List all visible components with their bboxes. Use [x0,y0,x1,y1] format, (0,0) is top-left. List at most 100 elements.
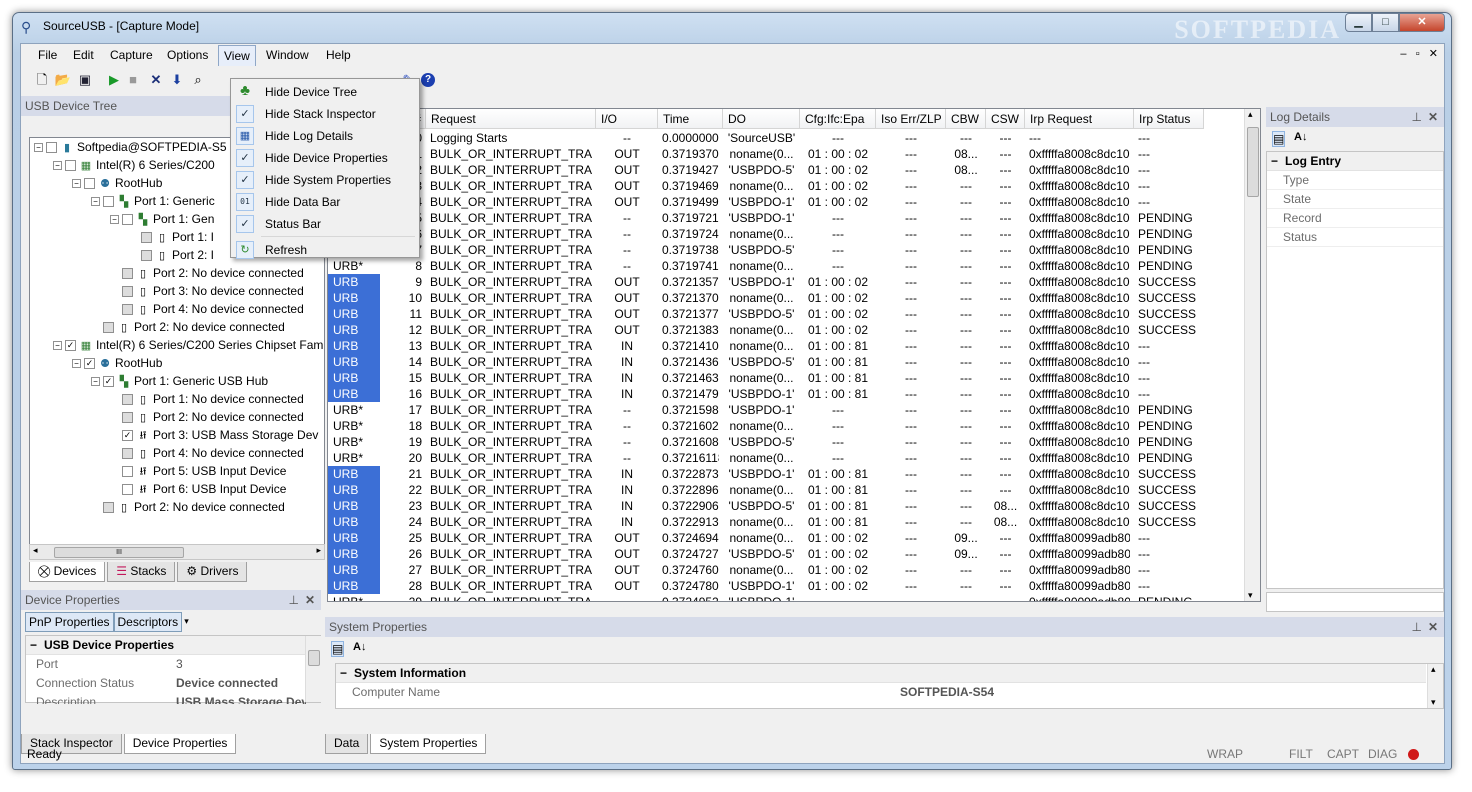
table-row[interactable]: URB 22 BULK_OR_INTERRUPT_TRA... IN 0.3722896… [328,482,1260,498]
delete-icon[interactable]: ✕ [147,71,165,89]
download-icon[interactable]: ⬇ [168,71,186,89]
pin-icon[interactable]: ⊥ [289,590,299,610]
play-icon[interactable]: ▶ [105,71,123,89]
table-row[interactable]: URB* 29 BULK_OR_INTERRUPT_TRA... -- 0.372495… [328,594,1260,601]
close-icon[interactable]: ✕ [305,590,315,610]
table-row[interactable]: URB 23 BULK_OR_INTERRUPT_TRA... IN 0.3722906… [328,498,1260,514]
property-row[interactable]: Computer Name SOFTPEDIA-S54 [336,683,1426,702]
tree-node[interactable]: − ▮ Softpedia@SOFTPEDIA-S5 [34,138,227,156]
scroll-right-icon[interactable]: ▸ [316,545,321,556]
tree-node[interactable]: − ✓ ⚉ RootHub [72,354,162,372]
help-icon[interactable]: ? [421,73,435,87]
view-menu-item[interactable]: ▦ Hide Log Details [233,125,417,147]
view-menu-item[interactable]: ✓ Hide Stack Inspector [233,103,417,125]
dropdown-arrow-icon[interactable]: ▾ [182,612,191,632]
tree-node[interactable]: − ⚉ RootHub [72,174,162,192]
property-row[interactable]: Description USB Mass Storage Dev [26,693,306,704]
tree-node[interactable]: ▯ Port 2: No device connected [122,408,304,426]
tree-node[interactable]: ▯ Port 2: No device connected [103,318,285,336]
menu-file[interactable]: File [38,48,57,62]
log-grid[interactable]: #RequestI/OTimeDOCfg:Ifc:EpaIso Err/ZLPC… [327,108,1261,602]
tree-node[interactable]: − ▚ Port 1: Gen [110,210,214,228]
tree-node[interactable]: ⭿ Port 6: USB Input Device [122,480,286,498]
tree-node[interactable]: ▯ Port 2: No device connected [103,498,285,516]
property-row[interactable]: State [1267,190,1443,209]
column-header[interactable]: CBW [946,109,986,129]
table-row[interactable]: URB* 17 BULK_OR_INTERRUPT_TRA... -- 0.372159… [328,402,1260,418]
menu-window[interactable]: Window [266,48,309,62]
log-scrollbar[interactable]: ▴ ▾ [1244,109,1260,601]
tab-devices[interactable]: ⛒ Devices [29,562,106,582]
table-row[interactable]: 5BULK_OR_INTERRUPT_TRA...--0.37197214'US… [328,210,1260,226]
open-icon[interactable]: 📂 [54,71,72,89]
table-row[interactable]: URB* 18 BULK_OR_INTERRUPT_TRA... -- 0.372160… [328,418,1260,434]
mdi-close-button[interactable]: ✕ [1429,48,1438,60]
table-row[interactable]: URB* 8 BULK_OR_INTERRUPT_TRA... -- 0.3719741… [328,258,1260,274]
menu-help[interactable]: Help [326,48,351,62]
view-menu-item[interactable]: ✓ Status Bar [233,213,417,235]
menu-capture[interactable]: Capture [110,48,153,62]
table-row[interactable]: URB 16 BULK_OR_INTERRUPT_TRA... IN 0.3721479… [328,386,1260,402]
tree-node[interactable]: ▯ Port 3: No device connected [122,282,304,300]
table-row[interactable]: 4BULK_OR_INTERRUPT_TRA...OUT0.37194997'U… [328,194,1260,210]
table-row[interactable]: URB 27 BULK_OR_INTERRUPT_TRA... OUT 0.372476… [328,562,1260,578]
tree-node[interactable]: ▯ Port 1: I [141,228,214,246]
property-row[interactable]: Type [1267,171,1443,190]
column-header[interactable]: Time [658,109,723,129]
new-icon[interactable]: 🗋 [33,71,51,89]
table-row[interactable]: URB 9 BULK_OR_INTERRUPT_TRA... OUT 0.3721357… [328,274,1260,290]
sort-alpha-icon[interactable]: A↓ [1294,131,1307,143]
mdi-minimize-button[interactable]: – [1400,48,1406,60]
view-menu-item[interactable]: ✓ Hide Device Properties [233,147,417,169]
table-row[interactable]: URB 26 BULK_OR_INTERRUPT_TRA... OUT 0.372472… [328,546,1260,562]
property-row[interactable]: Port 3 [26,655,306,674]
tree-node[interactable]: ▯ Port 1: No device connected [122,390,304,408]
find-icon[interactable]: ⌕ [189,71,207,89]
device-props-scrollbar[interactable] [305,636,321,702]
close-icon[interactable]: ✕ [1428,107,1438,127]
stop-icon[interactable]: ■ [124,71,142,89]
tree-horizontal-scrollbar[interactable]: ◂ III ▸ [29,544,325,560]
property-row[interactable]: Record [1267,209,1443,228]
scroll-left-icon[interactable]: ◂ [33,545,38,556]
table-row[interactable]: URB 12 BULK_OR_INTERRUPT_TRA... OUT 0.372138… [328,322,1260,338]
menu-view[interactable]: View [218,45,256,66]
column-header[interactable]: CSW [986,109,1025,129]
table-row[interactable]: 3BULK_OR_INTERRUPT_TRA...OUT0.37194699no… [328,178,1260,194]
table-row[interactable]: URB* 19 BULK_OR_INTERRUPT_TRA... -- 0.372160… [328,434,1260,450]
close-button[interactable]: ✕ [1399,13,1445,32]
table-row[interactable]: 6BULK_OR_INTERRUPT_TRA...--0.37197247non… [328,226,1260,242]
table-row[interactable]: 2BULK_OR_INTERRUPT_TRA...OUT0.37194270'U… [328,162,1260,178]
tree-node[interactable]: ▯ Port 2: No device connected [122,264,304,282]
scroll-thumb[interactable]: III [54,547,184,558]
minimize-button[interactable]: ▁ [1345,13,1372,32]
tree-node[interactable]: ✓ ⭿ Port 3: USB Mass Storage Dev [122,426,318,444]
view-menu-item[interactable]: ♣ Hide Device Tree [233,81,417,103]
tree-node[interactable]: ▯ Port 4: No device connected [122,300,304,318]
column-header[interactable]: DO [723,109,800,129]
table-row[interactable]: 1BULK_OR_INTERRUPT_TRA...OUT0.37193707no… [328,146,1260,162]
categorized-icon[interactable]: ▤ [1272,131,1286,147]
maximize-button[interactable]: □ [1372,13,1399,32]
property-category[interactable]: USB Device Properties [26,636,306,655]
tree-node[interactable]: − ▚ Port 1: Generic [91,192,215,210]
table-row[interactable]: 0Logging Starts--0.00000000'SourceUSB'--… [328,130,1260,146]
menu-options[interactable]: Options [167,48,208,62]
close-icon[interactable]: ✕ [1428,617,1438,637]
table-row[interactable]: URB 24 BULK_OR_INTERRUPT_TRA... IN 0.3722913… [328,514,1260,530]
tab-pnp-properties[interactable]: PnP Properties [25,612,114,632]
property-row[interactable]: Connection Status Device connected [26,674,306,693]
scroll-up-icon[interactable]: ▴ [1248,109,1253,120]
view-menu-item[interactable]: ✓ Hide System Properties [233,169,417,191]
tree-node[interactable]: ▯ Port 2: I [141,246,214,264]
view-menu-item[interactable]: 01 Hide Data Bar [233,191,417,213]
column-header[interactable]: Cfg:Ifc:Epa [800,109,876,129]
property-category[interactable]: Log Entry [1267,152,1443,171]
column-header[interactable]: Iso Err/ZLP [876,109,946,129]
tree-node[interactable]: ⭿ Port 5: USB Input Device [122,462,286,480]
tab-descriptors[interactable]: Descriptors [113,612,183,632]
column-header[interactable]: Irp Request [1025,109,1134,129]
save-icon[interactable]: ▣ [76,71,94,89]
tab-stacks[interactable]: ☰ Stacks [107,562,176,582]
table-row[interactable]: URB 25 BULK_OR_INTERRUPT_TRA... OUT 0.372469… [328,530,1260,546]
